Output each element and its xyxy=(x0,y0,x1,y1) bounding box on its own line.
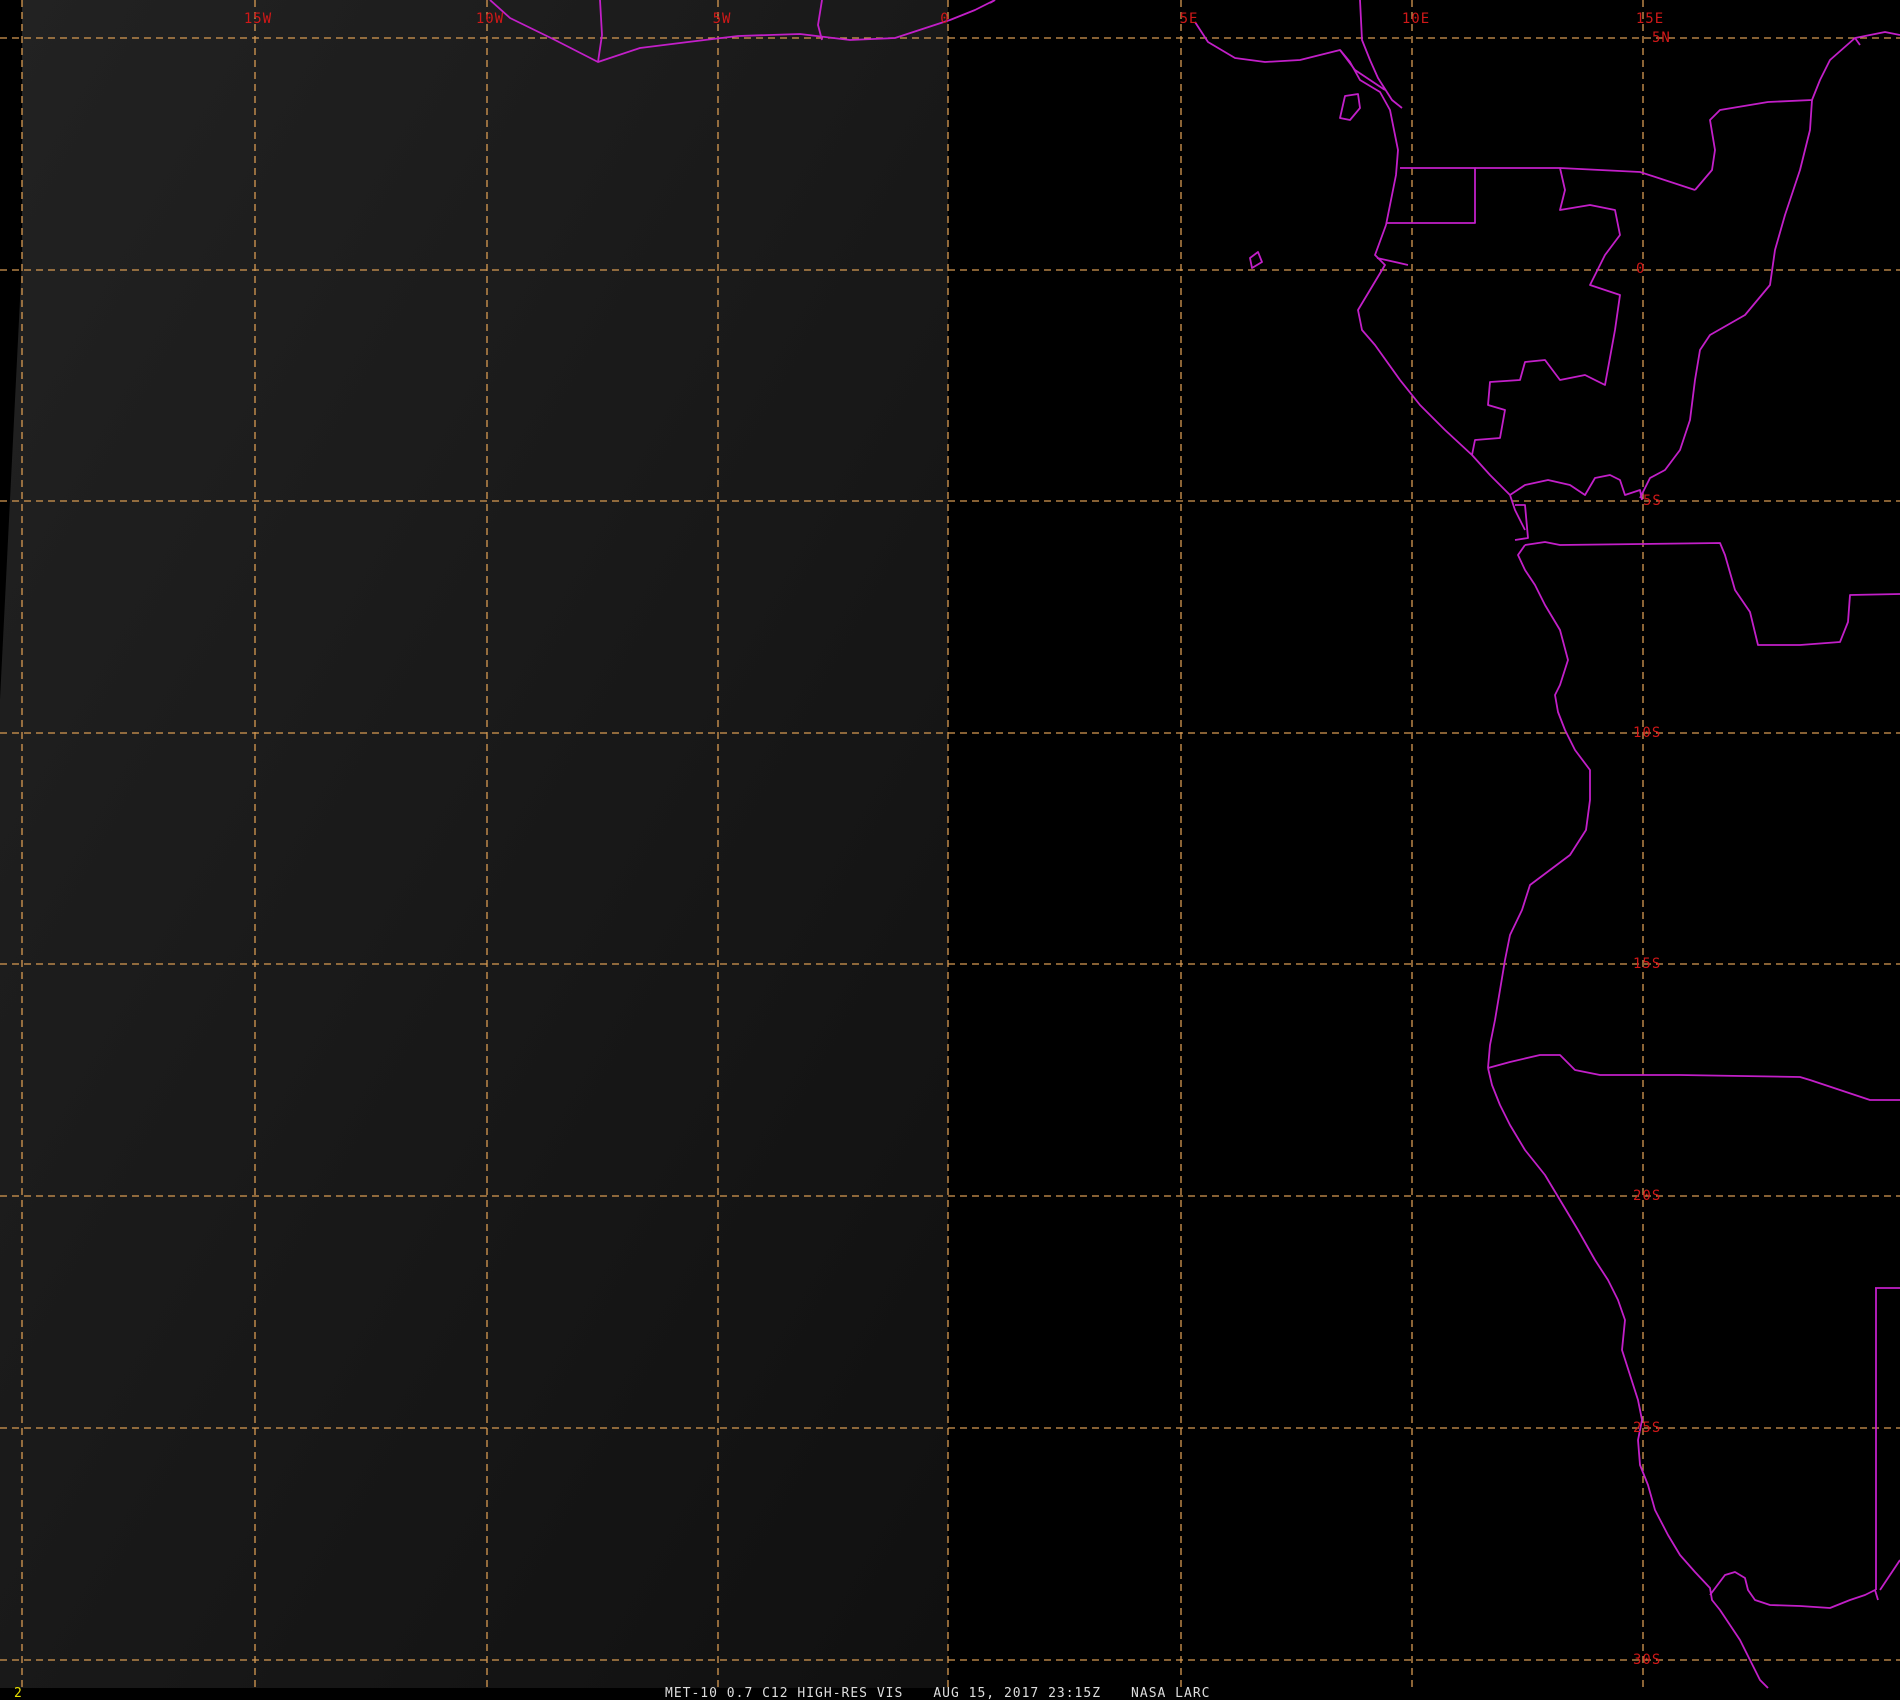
lat-label-20s: 20S xyxy=(1633,1188,1661,1204)
border-congo-drc-south xyxy=(1639,99,1813,499)
border-nigeria-cameroon xyxy=(1339,49,1386,91)
lon-label-15e: 15E xyxy=(1636,11,1664,27)
border-cameroon-gabon xyxy=(1475,167,1696,191)
lat-label-5n: 5N xyxy=(1652,30,1671,46)
satellite-channel: MET-10 0.7 C12 HIGH-RES VIS xyxy=(665,1686,903,1700)
lat-label-10s: 10S xyxy=(1633,725,1661,741)
image-datetime: AUG 15, 2017 23:15Z xyxy=(933,1686,1101,1700)
lat-label-0: 0 xyxy=(1636,261,1645,277)
lon-label-5w: 5W xyxy=(713,11,732,27)
border-angola-namibia xyxy=(1487,1054,1900,1101)
lat-label-30s: 30S xyxy=(1633,1652,1661,1668)
satellite-imagery-region xyxy=(0,0,948,1688)
lat-label-15s: 15S xyxy=(1633,956,1661,972)
lon-label-10w: 10W xyxy=(476,11,504,27)
lon-label-15w: 15W xyxy=(244,11,272,27)
lat-label-25s: 25S xyxy=(1633,1420,1661,1436)
border-lake-rivers xyxy=(1854,37,1861,46)
border-eq-guinea xyxy=(1386,167,1476,224)
bioko-island xyxy=(1339,93,1361,121)
border-east-edge xyxy=(1879,1559,1900,1591)
lon-label-5e: 5E xyxy=(1180,11,1199,27)
border-gabon-congo xyxy=(1471,167,1621,456)
coastline-namibia xyxy=(1487,1067,1769,1689)
lat-label-5s: 5S xyxy=(1643,493,1662,509)
satellite-map: 15W 10W 5W 0 5E 10E 15E 5N 0 5S 10S 15S … xyxy=(0,0,1900,1700)
border-cabinda xyxy=(1509,474,1643,501)
lon-label-10e: 10E xyxy=(1402,11,1430,27)
latitude-labels: 5N 0 5S 10S 15S 20S 25S 30S xyxy=(1633,30,1671,1668)
image-credit: NASA LARC xyxy=(1131,1686,1210,1700)
coastline-gabon-congo xyxy=(1357,224,1526,531)
border-orange-river xyxy=(1709,1571,1879,1609)
annobon-island xyxy=(1249,251,1263,269)
border-congo-drc xyxy=(1694,31,1900,191)
image-caption: MET-10 0.7 C12 HIGH-RES VIS AUG 15, 2017 … xyxy=(665,1686,1211,1700)
border-angola-drc xyxy=(1524,541,1900,646)
lon-label-0: 0 xyxy=(940,11,949,27)
coastline-angola xyxy=(1487,544,1591,1069)
border-cameroon-north xyxy=(1359,0,1403,109)
frame-number: 2 xyxy=(14,1686,22,1700)
